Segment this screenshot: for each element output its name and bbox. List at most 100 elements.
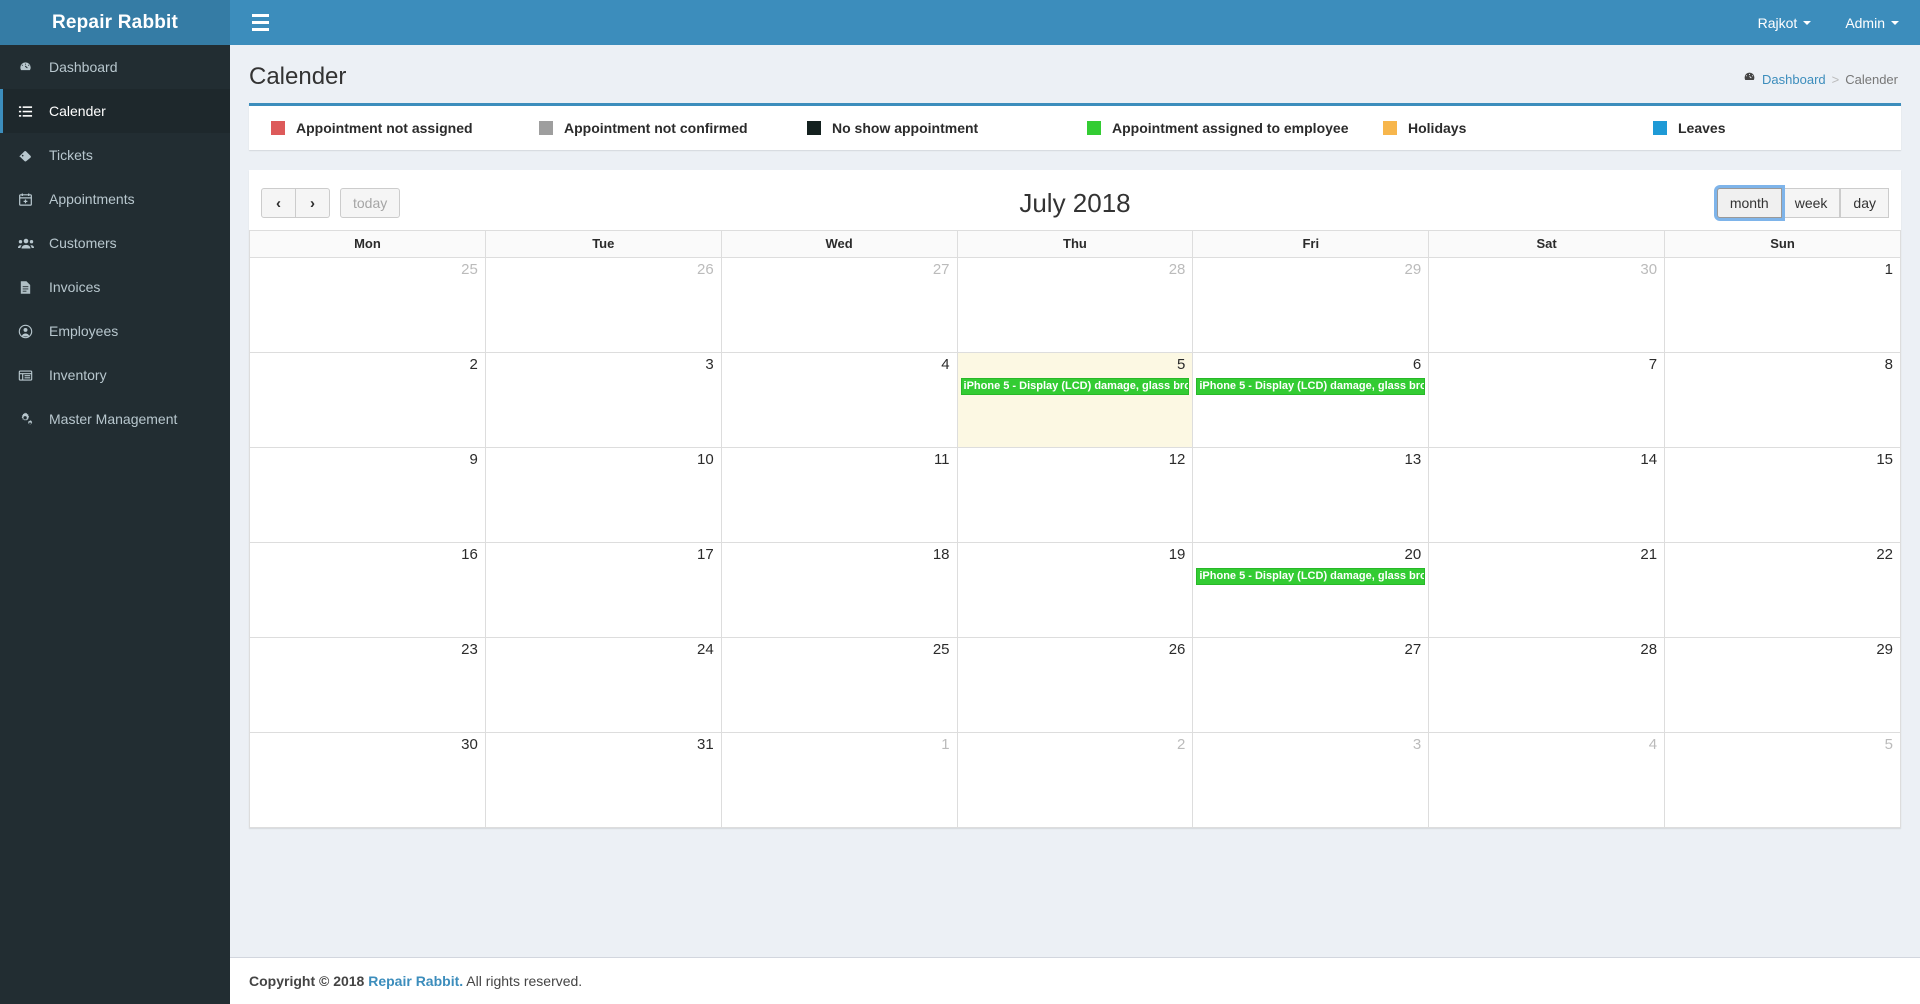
calendar-event[interactable]: iPhone 5 - Display (LCD) damage, glass b… [960, 377, 1190, 396]
legend-row: Appointment not assigned Appointment not … [249, 106, 1901, 150]
calendar-day-cell[interactable]: 4 [1428, 732, 1666, 828]
sidebar-item-tickets[interactable]: Tickets [0, 133, 230, 177]
calendar-day-cell[interactable]: 30 [249, 732, 486, 828]
calendar-day-cell[interactable]: 27 [720, 257, 958, 353]
calendar-day-number: 25 [932, 641, 950, 658]
file-icon [18, 280, 40, 295]
calendar-day-cell[interactable]: 5 [1664, 732, 1901, 828]
calendar-day-cell[interactable]: 12 [956, 447, 1194, 543]
brand-logo[interactable]: Repair Rabbit [0, 0, 230, 45]
location-label: Rajkot [1757, 14, 1798, 31]
sidebar-item-dashboard[interactable]: Dashboard [0, 45, 230, 89]
calendar-day-cell[interactable]: 3 [484, 352, 722, 448]
location-dropdown[interactable]: Rajkot [1741, 0, 1829, 45]
calendar-day-cell[interactable]: 20 iPhone 5 - Display (LCD) damage, glass… [1192, 542, 1430, 638]
calendar-day-cell[interactable]: 28 [1428, 637, 1666, 733]
sidebar-item-invoices[interactable]: Invoices [0, 265, 230, 309]
calendar-day-cell[interactable]: 27 [1192, 637, 1430, 733]
sidebar-item-label: Customers [49, 235, 117, 251]
sidebar-item-label: Tickets [49, 147, 93, 163]
list-icon [18, 104, 40, 119]
user-dropdown[interactable]: Admin [1828, 0, 1916, 45]
calendar-day-number: 9 [469, 451, 478, 468]
calendar-day-cell[interactable]: 2 [956, 732, 1194, 828]
calendar-day-cell[interactable]: 4 [720, 352, 958, 448]
hamburger-icon[interactable] [243, 6, 277, 40]
calendar-day-cell[interactable]: 13 [1192, 447, 1430, 543]
calendar-day-header: Thu [956, 230, 1194, 258]
calendar-day-cell[interactable]: 14 [1428, 447, 1666, 543]
calendar-day-cell[interactable]: 3 [1192, 732, 1430, 828]
main-column: Rajkot Admin Calender Dashboard > Calend… [230, 0, 1920, 1004]
calendar-day-cell[interactable]: 29 [1664, 637, 1901, 733]
calendar-event[interactable]: iPhone 5 - Display (LCD) damage, glass b… [1196, 567, 1426, 586]
calendar-day-cell[interactable]: 16 [249, 542, 486, 638]
view-button-day[interactable]: day [1840, 188, 1889, 218]
today-button[interactable]: today [340, 188, 401, 218]
calendar-day-number: 16 [461, 546, 478, 563]
breadcrumb-current: Calender [1845, 71, 1898, 87]
calendar-day-number: 26 [697, 261, 714, 278]
sidebar-item-master-management[interactable]: Master Management [0, 397, 230, 441]
calendar-day-cell[interactable]: 9 [249, 447, 486, 543]
calendar-day-cell[interactable]: 31 [484, 732, 722, 828]
calendar-day-cell[interactable]: 10 [484, 447, 722, 543]
calendar-day-cell[interactable]: 1 [720, 732, 958, 828]
calendar-day-number: 27 [1404, 641, 1422, 658]
sidebar-item-appointments[interactable]: Appointments [0, 177, 230, 221]
sidebar-nav: Dashboard Calender Tickets Appointments Cust… [0, 45, 230, 441]
next-month-button[interactable]: › [296, 188, 330, 218]
ticket-icon [18, 148, 40, 163]
calendar-day-cell[interactable]: 24 [484, 637, 722, 733]
calendar-day-cell[interactable]: 28 [956, 257, 1194, 353]
calendar-day-cell[interactable]: 25 [249, 257, 486, 353]
calendar-day-cell[interactable]: 23 [249, 637, 486, 733]
footer-brand-link[interactable]: Repair Rabbit. [368, 973, 463, 989]
prev-month-button[interactable]: ‹ [261, 188, 296, 218]
view-button-week[interactable]: week [1781, 188, 1841, 218]
calendar-day-number: 29 [1404, 261, 1422, 278]
calendar-day-cell[interactable]: 18 [720, 542, 958, 638]
calendar-day-cell[interactable]: 21 [1428, 542, 1666, 638]
dashboard-icon [18, 60, 40, 75]
sidebar-item-inventory[interactable]: Inventory [0, 353, 230, 397]
gears-icon [18, 412, 40, 427]
calendar-day-cell[interactable]: 8 [1664, 352, 1901, 448]
calendar-day-number: 14 [1640, 451, 1658, 468]
legend-item: No show appointment [807, 120, 1087, 136]
calendar-day-cell[interactable]: 2 [249, 352, 486, 448]
view-button-month[interactable]: month [1716, 188, 1782, 218]
calendar-day-cell[interactable]: 22 [1664, 542, 1901, 638]
sidebar-item-label: Inventory [49, 367, 107, 383]
calendar-event[interactable]: iPhone 5 - Display (LCD) damage, glass b… [1196, 377, 1426, 396]
legend-label: Appointment assigned to employee [1112, 120, 1349, 136]
sidebar-item-employees[interactable]: Employees [0, 309, 230, 353]
calendar-day-cell[interactable]: 6 iPhone 5 - Display (LCD) damage, glass … [1192, 352, 1430, 448]
calendar-day-cell[interactable]: 26 [484, 257, 722, 353]
calendar-day-cell[interactable]: 29 [1192, 257, 1430, 353]
calendar-day-cell[interactable]: 17 [484, 542, 722, 638]
calendar-day-cell[interactable]: 26 [956, 637, 1194, 733]
calendar-day-cell[interactable]: 30 [1428, 257, 1666, 353]
calendar-day-number: 2 [1177, 736, 1186, 753]
calendar-day-number: 27 [932, 261, 950, 278]
sidebar-item-label: Appointments [49, 191, 135, 207]
breadcrumb-dashboard[interactable]: Dashboard [1743, 71, 1826, 87]
calendar-day-cell[interactable]: 25 [720, 637, 958, 733]
calendar-plus-icon [18, 192, 40, 207]
dashboard-icon [1743, 71, 1756, 87]
sidebar: Repair Rabbit Dashboard Calender Tickets Ap… [0, 0, 230, 1004]
calendar-day-cell[interactable]: 15 [1664, 447, 1901, 543]
sidebar-item-calender[interactable]: Calender [0, 89, 230, 133]
calendar-day-cell[interactable]: 11 [720, 447, 958, 543]
calendar-day-number: 25 [461, 261, 478, 278]
calendar-day-cell[interactable]: 5 iPhone 5 - Display (LCD) damage, glass … [956, 352, 1194, 448]
chevron-down-icon [1891, 20, 1899, 25]
calendar-day-cell[interactable]: 19 [956, 542, 1194, 638]
sidebar-item-customers[interactable]: Customers [0, 221, 230, 265]
calendar-day-cell[interactable]: 7 [1428, 352, 1666, 448]
calendar-day-cell[interactable]: 1 [1664, 257, 1901, 353]
calendar-body: 25 26 27 28 29 30 1 2 3 4 5 iPhone 5 - Display (LCD… [249, 257, 1901, 828]
legend-card: Appointment not assigned Appointment not … [249, 103, 1901, 150]
